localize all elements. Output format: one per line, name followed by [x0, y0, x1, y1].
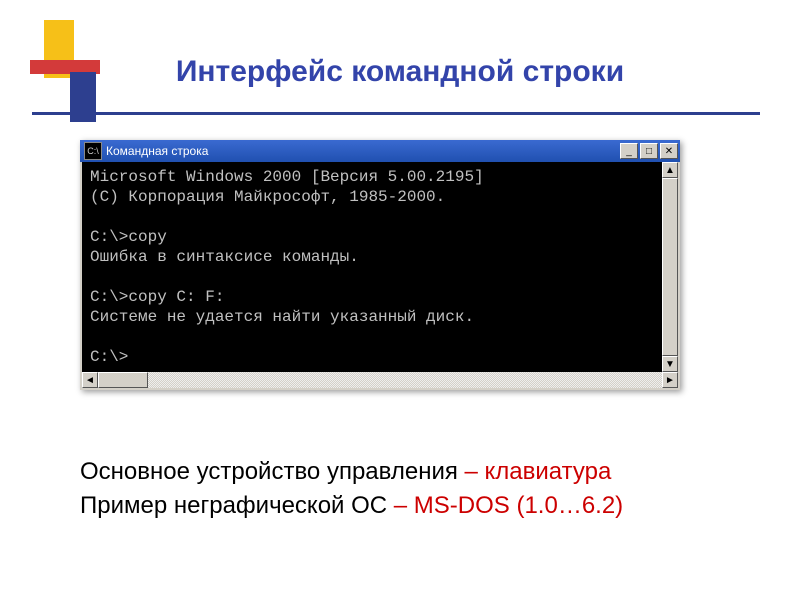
caption-line-2: Пример неграфической ОС – MS-DOS (1.0…6.… — [80, 489, 623, 523]
title-area: Интерфейс командной строки — [0, 55, 800, 89]
scroll-h-thumb[interactable] — [98, 372, 148, 388]
caption-line1-b: – клавиатура — [465, 458, 612, 485]
window-title: Командная строка — [106, 144, 620, 158]
maximize-button[interactable]: □ — [640, 143, 658, 159]
slide-decoration — [30, 20, 120, 140]
scroll-left-icon[interactable]: ◄ — [82, 372, 98, 388]
scroll-h-track[interactable] — [98, 372, 662, 388]
slide-title: Интерфейс командной строки — [0, 55, 800, 89]
scroll-v-thumb[interactable] — [662, 178, 678, 356]
caption-line1-a: Основное устройство управления — [80, 458, 465, 485]
scrollbar-horizontal[interactable]: ◄ ► — [82, 372, 678, 388]
scrollbar-vertical[interactable]: ▲ ▼ — [662, 162, 678, 372]
deco-blue — [70, 72, 96, 122]
window-titlebar[interactable]: C:\ Командная строка _ □ ✕ — [80, 140, 680, 162]
window-client: Microsoft Windows 2000 [Версия 5.00.2195… — [80, 162, 680, 390]
cmd-icon: C:\ — [84, 142, 102, 160]
terminal-output[interactable]: Microsoft Windows 2000 [Версия 5.00.2195… — [82, 162, 678, 372]
caption-line2-b: – MS-DOS (1.0…6.2) — [394, 492, 623, 519]
minimize-button[interactable]: _ — [620, 143, 638, 159]
caption-line-1: Основное устройство управления – клавиат… — [80, 455, 623, 489]
scroll-v-track[interactable] — [662, 178, 678, 356]
scroll-up-icon[interactable]: ▲ — [662, 162, 678, 178]
scroll-right-icon[interactable]: ► — [662, 372, 678, 388]
cmd-window: C:\ Командная строка _ □ ✕ Microsoft Win… — [80, 140, 680, 390]
caption-line2-a: Пример неграфической ОС — [80, 492, 394, 519]
slide-caption: Основное устройство управления – клавиат… — [80, 455, 623, 522]
close-button[interactable]: ✕ — [660, 143, 678, 159]
scroll-down-icon[interactable]: ▼ — [662, 356, 678, 372]
title-underline — [32, 112, 760, 115]
